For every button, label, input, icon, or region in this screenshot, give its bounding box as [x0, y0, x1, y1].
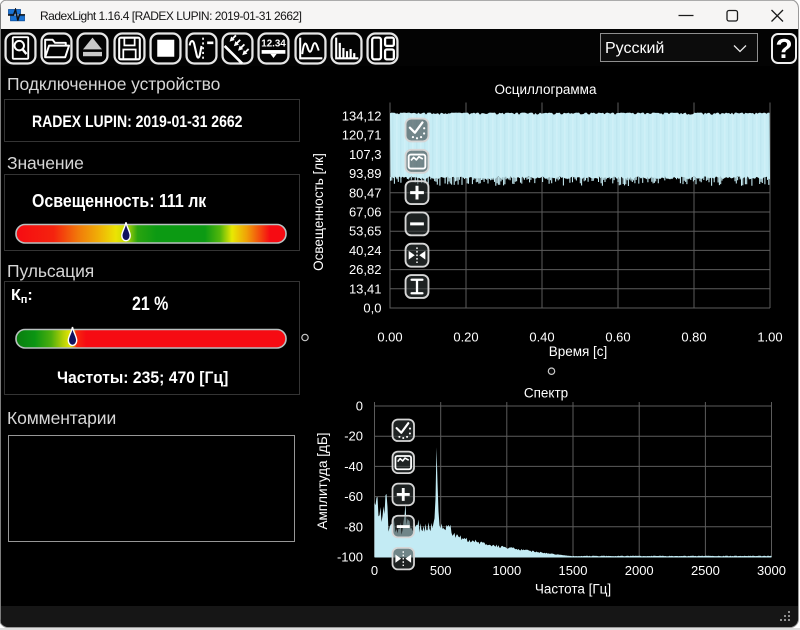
svg-text:93,89: 93,89	[349, 166, 382, 181]
svg-text:0.40: 0.40	[529, 330, 554, 345]
svg-text:Освещенность [лк]: Освещенность [лк]	[311, 153, 326, 271]
svg-text:120,71: 120,71	[342, 128, 382, 143]
svg-text:2000: 2000	[625, 563, 654, 578]
svg-text:0.00: 0.00	[377, 330, 402, 345]
svg-text:0.80: 0.80	[681, 330, 706, 345]
svg-text:0,0: 0,0	[363, 301, 381, 316]
svg-text:-100: -100	[337, 550, 363, 565]
svg-text:3000: 3000	[757, 563, 786, 578]
svg-text:Осциллограмма: Осциллограмма	[495, 82, 597, 97]
svg-text:107,3: 107,3	[349, 147, 382, 162]
svg-text:-20: -20	[344, 429, 363, 444]
svg-text:Спектр: Спектр	[524, 386, 568, 401]
svg-text:1500: 1500	[559, 563, 588, 578]
svg-text:13,41: 13,41	[349, 281, 382, 296]
svg-text:0.60: 0.60	[605, 330, 630, 345]
svg-text:-80: -80	[344, 519, 363, 534]
svg-text:26,82: 26,82	[349, 262, 382, 277]
svg-text:0: 0	[356, 399, 363, 414]
svg-text:134,12: 134,12	[342, 109, 382, 124]
svg-text:1.00: 1.00	[757, 330, 782, 345]
svg-text:0: 0	[371, 563, 378, 578]
svg-text:40,24: 40,24	[349, 243, 382, 258]
svg-text:Амплитуда [дБ]: Амплитуда [дБ]	[315, 432, 330, 529]
svg-text:-60: -60	[344, 489, 363, 504]
svg-text:67,06: 67,06	[349, 205, 382, 220]
svg-text:80,47: 80,47	[349, 185, 382, 200]
svg-text:12.34: 12.34	[261, 38, 286, 49]
svg-text:0.20: 0.20	[453, 330, 478, 345]
svg-text:500: 500	[430, 563, 452, 578]
svg-text:Частота [Гц]: Частота [Гц]	[535, 582, 611, 597]
svg-text:1000: 1000	[492, 563, 521, 578]
svg-text:53,65: 53,65	[349, 224, 382, 239]
svg-text:Время [с]: Время [с]	[549, 344, 608, 359]
svg-text:2500: 2500	[691, 563, 720, 578]
svg-text:-40: -40	[344, 459, 363, 474]
